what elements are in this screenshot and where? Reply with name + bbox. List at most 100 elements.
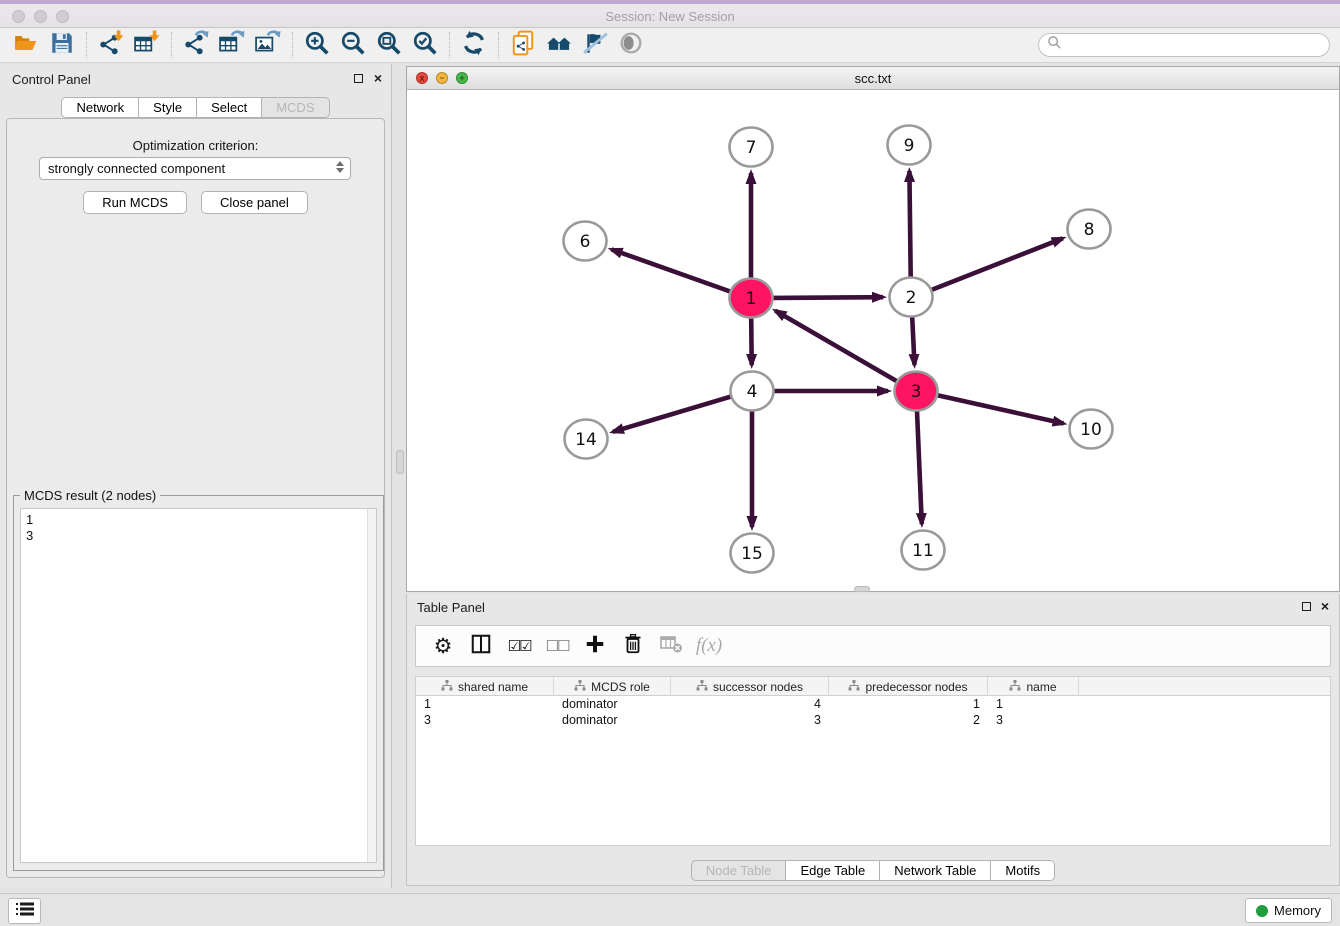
network-canvas[interactable]: 7 9 6 8 1 2 4 3 14 10 15 11	[407, 90, 1339, 591]
close-panel-button[interactable]: Close panel	[201, 191, 308, 214]
minimize-view-button[interactable]: −	[436, 72, 448, 84]
tab-network-table[interactable]: Network Table	[880, 860, 991, 881]
add-row-button[interactable]	[578, 629, 612, 663]
table-row[interactable]: 3dominator323	[416, 712, 1330, 728]
function-builder-button[interactable]: f(x)	[692, 629, 726, 663]
zoom-selected-icon	[412, 30, 438, 61]
delete-row-button[interactable]	[616, 629, 650, 663]
table-cell[interactable]: 3	[416, 712, 554, 728]
show-graphics-icon	[618, 30, 644, 61]
table-cell[interactable]: 1	[829, 696, 988, 712]
network-graph[interactable]: 7 9 6 8 1 2 4 3 14 10 15 11	[407, 90, 1339, 591]
settings-icon: ⚙	[434, 634, 453, 658]
criterion-select[interactable]: strongly connected component	[39, 157, 351, 180]
select-all-button[interactable]: ☑☑	[502, 629, 536, 663]
column-header-predecessor-nodes[interactable]: predecessor nodes	[829, 677, 988, 696]
column-header-shared-name[interactable]: shared name	[416, 677, 554, 696]
export-image-button[interactable]	[250, 30, 286, 60]
table-cell[interactable]: 1	[416, 696, 554, 712]
run-mcds-button[interactable]: Run MCDS	[83, 191, 187, 214]
tab-mcds[interactable]: MCDS	[262, 97, 329, 118]
column-header-name[interactable]: name	[988, 677, 1079, 696]
edge-2-3[interactable]	[912, 317, 914, 365]
node-15[interactable]: 15	[731, 534, 774, 573]
clone-network-button[interactable]	[505, 30, 541, 60]
search-input[interactable]	[1062, 38, 1329, 53]
zoom-selected-button[interactable]	[407, 30, 443, 60]
edge-2-9[interactable]	[909, 171, 910, 277]
table-cell[interactable]: dominator	[554, 696, 671, 712]
import-network-button[interactable]	[93, 30, 129, 60]
table-cell[interactable]: 4	[671, 696, 829, 712]
node-8[interactable]: 8	[1068, 210, 1111, 249]
table-cell[interactable]: dominator	[554, 712, 671, 728]
toolbar-separator	[498, 32, 499, 58]
node-4[interactable]: 4	[731, 372, 774, 411]
node-14[interactable]: 14	[565, 420, 608, 459]
node-1[interactable]: 1	[730, 279, 773, 318]
tab-motifs[interactable]: Motifs	[991, 860, 1055, 881]
columns-button[interactable]	[464, 629, 498, 663]
tab-node-table[interactable]: Node Table	[691, 860, 787, 881]
export-table-button[interactable]	[214, 30, 250, 60]
refresh-view-button[interactable]	[456, 30, 492, 60]
hierarchy-icon	[441, 680, 453, 694]
refresh-view-icon	[461, 30, 487, 61]
node-10[interactable]: 10	[1070, 410, 1113, 449]
network-view-titlebar[interactable]: scc.txt x−+	[407, 67, 1339, 90]
show-graphics-button[interactable]	[613, 30, 649, 60]
table-cell[interactable]: 2	[829, 712, 988, 728]
result-scrollbar[interactable]	[367, 509, 376, 862]
hide-flagged-button[interactable]	[577, 30, 613, 60]
mcds-result-text[interactable]: 13	[20, 508, 377, 863]
open-file-button[interactable]	[8, 30, 44, 60]
memory-label: Memory	[1274, 903, 1321, 918]
table-panel-header: Table Panel ×	[407, 594, 1339, 620]
edge-1-4[interactable]	[751, 318, 752, 365]
column-header-successor-nodes[interactable]: successor nodes	[671, 677, 829, 696]
node-7[interactable]: 7	[730, 128, 773, 167]
close-table-panel-icon[interactable]: ×	[1321, 598, 1329, 614]
split-divider-handle[interactable]	[396, 450, 404, 474]
edge-4-14[interactable]	[613, 397, 731, 432]
close-panel-icon[interactable]: ×	[374, 70, 382, 86]
node-3[interactable]: 3	[895, 372, 938, 411]
zoom-out-button[interactable]	[335, 30, 371, 60]
deselect-all-button[interactable]: ☐☐	[540, 629, 574, 663]
column-header-MCDS-role[interactable]: MCDS role	[554, 677, 671, 696]
node-9[interactable]: 9	[888, 126, 931, 165]
export-network-button[interactable]	[178, 30, 214, 60]
edge-3-11[interactable]	[917, 411, 922, 524]
tab-style[interactable]: Style	[139, 97, 197, 118]
first-neighbors-button[interactable]	[541, 30, 577, 60]
split-divider-handle-horizontal[interactable]	[854, 586, 870, 592]
save-session-button[interactable]	[44, 30, 80, 60]
edge-3-1[interactable]	[775, 311, 896, 381]
edge-1-2[interactable]	[773, 297, 883, 298]
node-2[interactable]: 2	[890, 278, 933, 317]
edge-2-8[interactable]	[932, 238, 1063, 290]
tab-edge-table[interactable]: Edge Table	[786, 860, 880, 881]
float-table-panel-icon[interactable]	[1302, 602, 1311, 611]
clear-table-button[interactable]	[654, 629, 688, 663]
search-box[interactable]	[1038, 33, 1330, 57]
table-cell[interactable]: 3	[988, 712, 1079, 728]
import-table-button[interactable]	[129, 30, 165, 60]
node-6[interactable]: 6	[564, 222, 607, 261]
table-cell[interactable]: 3	[671, 712, 829, 728]
edge-3-10[interactable]	[938, 395, 1064, 423]
memory-button[interactable]: Memory	[1245, 898, 1332, 923]
tab-network[interactable]: Network	[61, 97, 139, 118]
float-panel-icon[interactable]	[354, 74, 363, 83]
edge-1-6[interactable]	[612, 249, 731, 291]
zoom-fit-button[interactable]	[371, 30, 407, 60]
close-view-button[interactable]: x	[416, 72, 428, 84]
task-history-button[interactable]	[8, 898, 41, 924]
tab-select[interactable]: Select	[197, 97, 262, 118]
zoom-in-button[interactable]	[299, 30, 335, 60]
table-cell[interactable]: 1	[988, 696, 1079, 712]
node-11[interactable]: 11	[902, 531, 945, 570]
table-row[interactable]: 1dominator411	[416, 696, 1330, 712]
zoom-view-button[interactable]: +	[456, 72, 468, 84]
settings-button[interactable]: ⚙	[426, 629, 460, 663]
